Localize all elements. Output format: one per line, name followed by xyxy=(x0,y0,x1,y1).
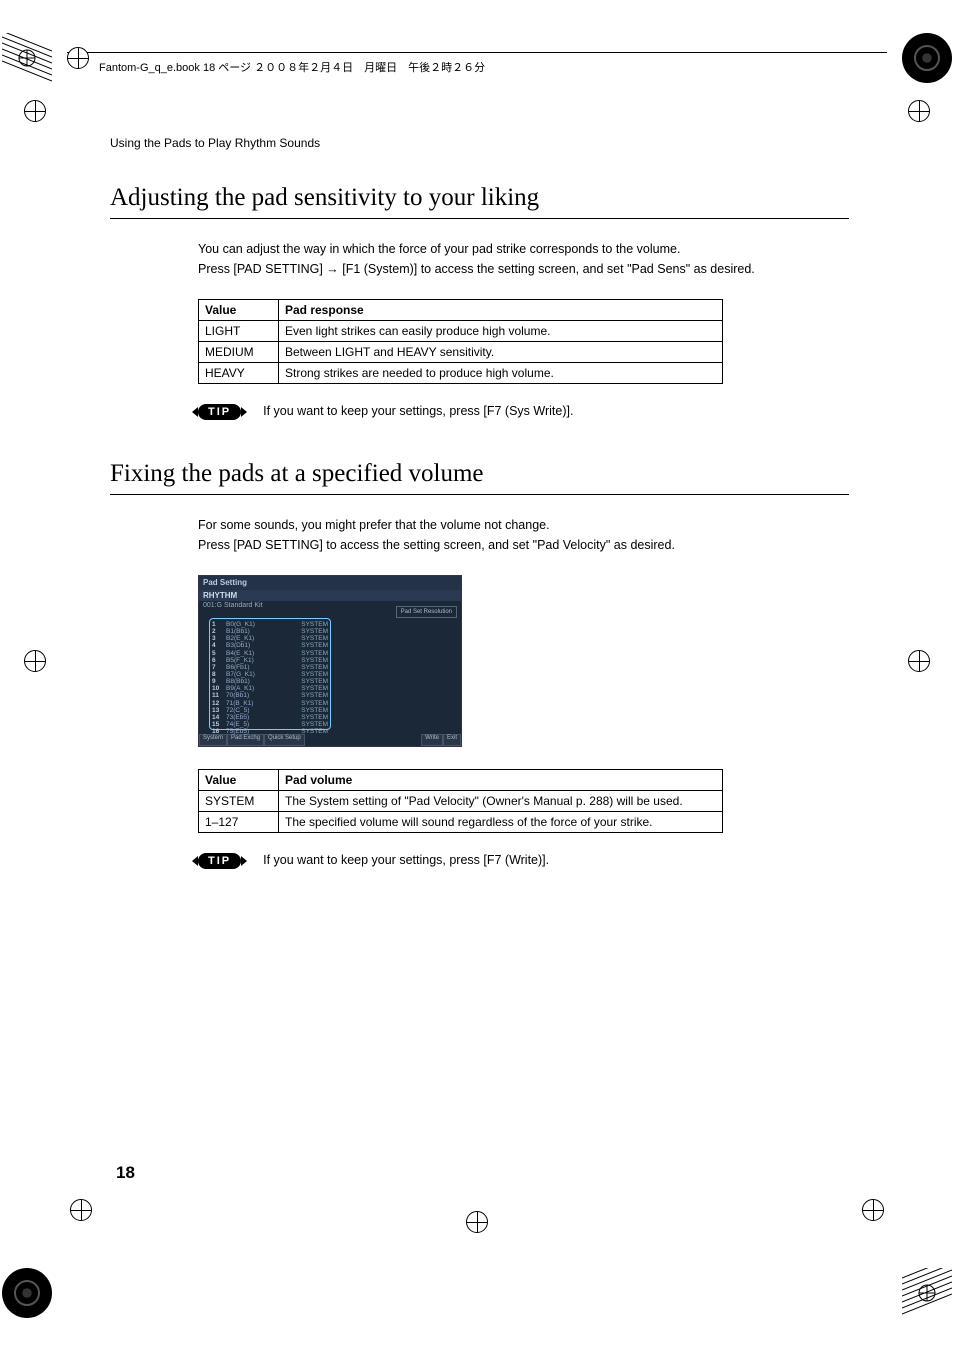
table-row: SYSTEMThe System setting of "Pad Velocit… xyxy=(199,791,723,812)
section1-title: Adjusting the pad sensitivity to your li… xyxy=(110,184,849,212)
tip-badge-icon: TIP xyxy=(198,404,241,420)
table-row: LIGHTEven light strikes can easily produ… xyxy=(199,321,723,342)
section2-title: Fixing the pads at a specified volume xyxy=(110,460,849,488)
screenshot-fkeys: System Pad Exchg Quick Setup Write Exit xyxy=(199,734,461,746)
divider xyxy=(110,494,849,495)
section2-p2: Press [PAD SETTING] to access the settin… xyxy=(198,535,849,555)
tip-text: If you want to keep your settings, press… xyxy=(263,853,549,867)
screenshot-title: Pad Setting xyxy=(199,576,461,590)
screenshot-side-label: Pad Set Resolution xyxy=(396,606,457,618)
table-header-row: Value Pad volume xyxy=(199,770,723,791)
page-number: 18 xyxy=(116,1163,135,1183)
print-mark-bl xyxy=(2,1268,52,1318)
table-row: 1–127The specified volume will sound reg… xyxy=(199,812,723,833)
header-bar: Fantom-G_q_e.book 18 ページ ２００８年２月４日 月曜日 午… xyxy=(67,52,887,75)
table-header: Value xyxy=(199,770,279,791)
table-header-row: Value Pad response xyxy=(199,300,723,321)
screenshot-pad-list: 1B0(G_K1)SYSTEM 2B1(Bb1)SYSTEM 3B2(E_K1)… xyxy=(209,618,331,730)
registration-mark-icon xyxy=(70,1199,92,1221)
section2-body: For some sounds, you might prefer that t… xyxy=(198,515,849,555)
print-mark-tr xyxy=(902,33,952,83)
pad-sensitivity-table: Value Pad response LIGHTEven light strik… xyxy=(198,299,723,384)
fkey-write: Write xyxy=(421,734,443,746)
breadcrumb: Using the Pads to Play Rhythm Sounds xyxy=(110,136,849,150)
print-mark-br xyxy=(902,1268,952,1318)
table-header: Pad volume xyxy=(279,770,723,791)
tip-row: TIP If you want to keep your settings, p… xyxy=(198,404,849,420)
table-header: Pad response xyxy=(279,300,723,321)
fkey-system: System xyxy=(199,734,227,746)
section1-p2: Press [PAD SETTING] → [F1 (System)] to a… xyxy=(198,259,849,279)
section1-p1: You can adjust the way in which the forc… xyxy=(198,239,849,259)
table-row: HEAVYStrong strikes are needed to produc… xyxy=(199,363,723,384)
fkey-quick-setup: Quick Setup xyxy=(264,734,305,746)
header-book-info: Fantom-G_q_e.book 18 ページ ２００８年２月４日 月曜日 午… xyxy=(99,59,485,75)
pad-setting-screenshot: Pad Setting RHYTHM 001:G Standard Kit Pa… xyxy=(198,575,462,747)
registration-mark-icon xyxy=(67,47,89,69)
pad-volume-table: Value Pad volume SYSTEMThe System settin… xyxy=(198,769,723,833)
table-header: Value xyxy=(199,300,279,321)
section1-body: You can adjust the way in which the forc… xyxy=(198,239,849,279)
fkey-exit: Exit xyxy=(443,734,461,746)
registration-mark-icon xyxy=(908,100,930,122)
screenshot-rhythm-label: RHYTHM xyxy=(199,590,461,601)
tip-badge-icon: TIP xyxy=(198,853,241,869)
registration-mark-icon xyxy=(466,1211,488,1233)
tip-row: TIP If you want to keep your settings, p… xyxy=(198,853,849,869)
print-mark-tl xyxy=(2,33,52,83)
section2-p1: For some sounds, you might prefer that t… xyxy=(198,515,849,535)
tip-text: If you want to keep your settings, press… xyxy=(263,404,573,418)
fkey-pad-exchg: Pad Exchg xyxy=(227,734,264,746)
table-row: MEDIUMBetween LIGHT and HEAVY sensitivit… xyxy=(199,342,723,363)
registration-mark-icon xyxy=(862,1199,884,1221)
registration-mark-icon xyxy=(24,100,46,122)
registration-mark-icon xyxy=(908,650,930,672)
divider xyxy=(110,218,849,219)
registration-mark-icon xyxy=(24,650,46,672)
